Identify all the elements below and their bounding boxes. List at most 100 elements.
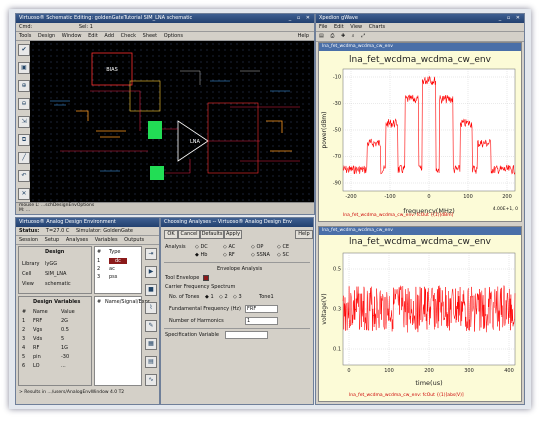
radio-ce[interactable]: ◇ CE [277, 244, 289, 250]
cell-label: Cell [22, 271, 32, 277]
apply-button[interactable]: Apply [224, 230, 242, 239]
menu-outputs[interactable]: Outputs [124, 237, 144, 243]
fund-freq-field[interactable]: FRF [245, 305, 278, 313]
menu-setup[interactable]: Setup [45, 237, 60, 243]
menu-session[interactable]: Session [19, 237, 38, 243]
var-row[interactable]: 4 RF 1G [22, 345, 90, 353]
ade-status-bar: Status: T=27.0 C Simulator: GoldenGate [16, 227, 159, 236]
x-tick-label: 0 [347, 368, 350, 374]
menu-variables[interactable]: Variables [95, 237, 118, 243]
copy-icon[interactable]: ⧉ [18, 134, 30, 146]
menu-tools[interactable]: Tools [19, 33, 31, 39]
ade-menu-bar: Session Setup Analyses Variables Outputs [16, 236, 159, 245]
plot-icon[interactable]: ⌇ [145, 302, 157, 314]
stretch-icon[interactable]: ⇲ [18, 116, 30, 128]
menu-add[interactable]: Add [104, 33, 114, 39]
ok-button[interactable]: OK [164, 230, 178, 239]
netlist-run-icon[interactable]: ▶ [145, 266, 157, 278]
type-row-val[interactable]: ac [109, 266, 115, 272]
menu-check[interactable]: Check [121, 33, 136, 39]
time-chart[interactable]: 0.5 0.3 0.1 0 100 200 300 400 time(us) voltage… [319, 251, 521, 393]
wave-icon[interactable]: ∿ [145, 374, 157, 386]
radio-ssna[interactable]: ◇ SSNA [251, 252, 270, 258]
window-buttons[interactable]: _ ▫ ✕ [289, 14, 312, 23]
zoom-icon[interactable]: ⌕ [352, 33, 355, 39]
type-col-type: Type [109, 249, 121, 255]
spectrum-tab[interactable]: lna_fet_wcdma_wcdma_cw_env [319, 43, 521, 51]
radio-ac[interactable]: ◇ AC [223, 244, 235, 250]
analyses-title: Choosing Analyses -- Virtuoso® Analog De… [164, 219, 292, 225]
menu-file[interactable]: File [319, 24, 327, 30]
type-row-val[interactable]: pss [109, 274, 117, 280]
radio-sc[interactable]: ◇ SC [277, 252, 289, 258]
y-tick-label: -30 [333, 101, 341, 107]
menu-sheet[interactable]: Sheet [143, 33, 157, 39]
spectrum-yticks: -10 -30 -50 -70 -90 [333, 75, 341, 187]
window-buttons[interactable]: _ ▫ ✕ [499, 14, 522, 23]
time-tab[interactable]: lna_fet_wcdma_wcdma_cw_env [319, 227, 521, 235]
ade-title: Virtuoso® Analog Design Environment [19, 219, 116, 225]
zoom-in-icon[interactable]: ⊕ [18, 80, 30, 92]
ade-window: Virtuoso® Analog Design Environment Stat… [15, 217, 160, 405]
cursor-icon[interactable]: ✚ [341, 33, 345, 39]
schematic-canvas[interactable]: BIAS LNA [30, 41, 314, 203]
harmonics-field[interactable]: 1 [245, 317, 278, 325]
tone-select[interactable]: Tone1 [259, 294, 274, 300]
radio-rf[interactable]: ◇ RF [223, 252, 235, 258]
choose-analysis-icon[interactable]: ⇥ [145, 248, 157, 260]
menu-view[interactable]: View [350, 24, 362, 30]
calculator-icon[interactable]: ▤ [145, 356, 157, 368]
input-port[interactable] [148, 121, 162, 139]
wire-icon[interactable]: ╱ [18, 152, 30, 164]
open-icon[interactable]: ▤ [319, 33, 324, 39]
radio-dc[interactable]: ◇ DC [195, 244, 208, 250]
print-icon[interactable]: ⎙ [330, 33, 334, 39]
radio-hb[interactable]: ◆ Hb [195, 252, 207, 258]
analyses-title-bar[interactable]: Choosing Analyses -- Virtuoso® Analog De… [161, 218, 313, 227]
radio-op[interactable]: ◇ OP [251, 244, 263, 250]
var-row[interactable]: 6 LO... [22, 363, 90, 371]
tool-envelope-checkbox[interactable] [203, 275, 209, 281]
defaults-button[interactable]: Defaults [200, 230, 224, 239]
menu-edit[interactable]: Edit [334, 24, 344, 30]
menu-window[interactable]: Window [62, 33, 82, 39]
wave-title-bar[interactable]: Xpedion gWave _ ▫ ✕ [316, 14, 524, 23]
output-port[interactable] [150, 166, 164, 180]
y-tick-label: -10 [333, 75, 341, 81]
var-row[interactable]: 5 pin -30 [22, 354, 90, 362]
menu-options[interactable]: Options [164, 33, 183, 39]
edit-icon[interactable]: ✎ [145, 320, 157, 332]
var-row[interactable]: 3 Vds 5 [22, 336, 90, 344]
fit-icon[interactable]: ⤢ [361, 33, 365, 39]
cancel-button[interactable]: Cancel [178, 230, 200, 239]
tool-envelope-label: Tool Envelope [165, 275, 200, 281]
stop-icon[interactable]: ■ [145, 284, 157, 296]
menu-analyses[interactable]: Analyses [66, 237, 88, 243]
delete-icon[interactable]: ✕ [18, 188, 30, 200]
tone-radio-2[interactable]: ◇ 2 [219, 294, 228, 300]
tone-radio-1[interactable]: ◆ 1 [205, 294, 214, 300]
var-row[interactable]: 1 FRF 2G [22, 318, 90, 326]
help-button[interactable]: Help [295, 230, 313, 239]
tone-radio-3[interactable]: ◇ 3 [233, 294, 242, 300]
ade-status-label: Status: [19, 228, 40, 234]
cell-value: SIM_LNA [45, 271, 67, 277]
ade-title-bar[interactable]: Virtuoso® Analog Design Environment [16, 218, 159, 227]
menu-edit[interactable]: Edit [88, 33, 98, 39]
spec-var-field[interactable] [225, 331, 268, 339]
type-row-val[interactable]: dc [109, 258, 127, 264]
schematic-title-bar[interactable]: Virtuoso® Schematic Editing: goldenGateT… [16, 14, 314, 23]
menu-design[interactable]: Design [38, 33, 55, 39]
menu-help[interactable]: Help [298, 32, 309, 40]
var-row[interactable]: 2 Vgs 0.5 [22, 327, 90, 335]
desktop: Virtuoso® Schematic Editing: goldenGateT… [9, 9, 531, 409]
zoom-out-icon[interactable]: ⊖ [18, 98, 30, 110]
undo-icon[interactable]: ↶ [18, 170, 30, 182]
spectrum-chart[interactable]: -10-30-50-70-90 -200 -100 0 100 200 frequenc… [319, 67, 521, 217]
results-icon[interactable]: ▦ [145, 338, 157, 350]
menu-charts[interactable]: Charts [369, 24, 385, 30]
var-num: 1 [22, 318, 26, 324]
save-icon[interactable]: ▣ [18, 62, 30, 74]
view-value: schematic [45, 281, 71, 287]
check-icon[interactable]: ✔ [18, 44, 30, 56]
